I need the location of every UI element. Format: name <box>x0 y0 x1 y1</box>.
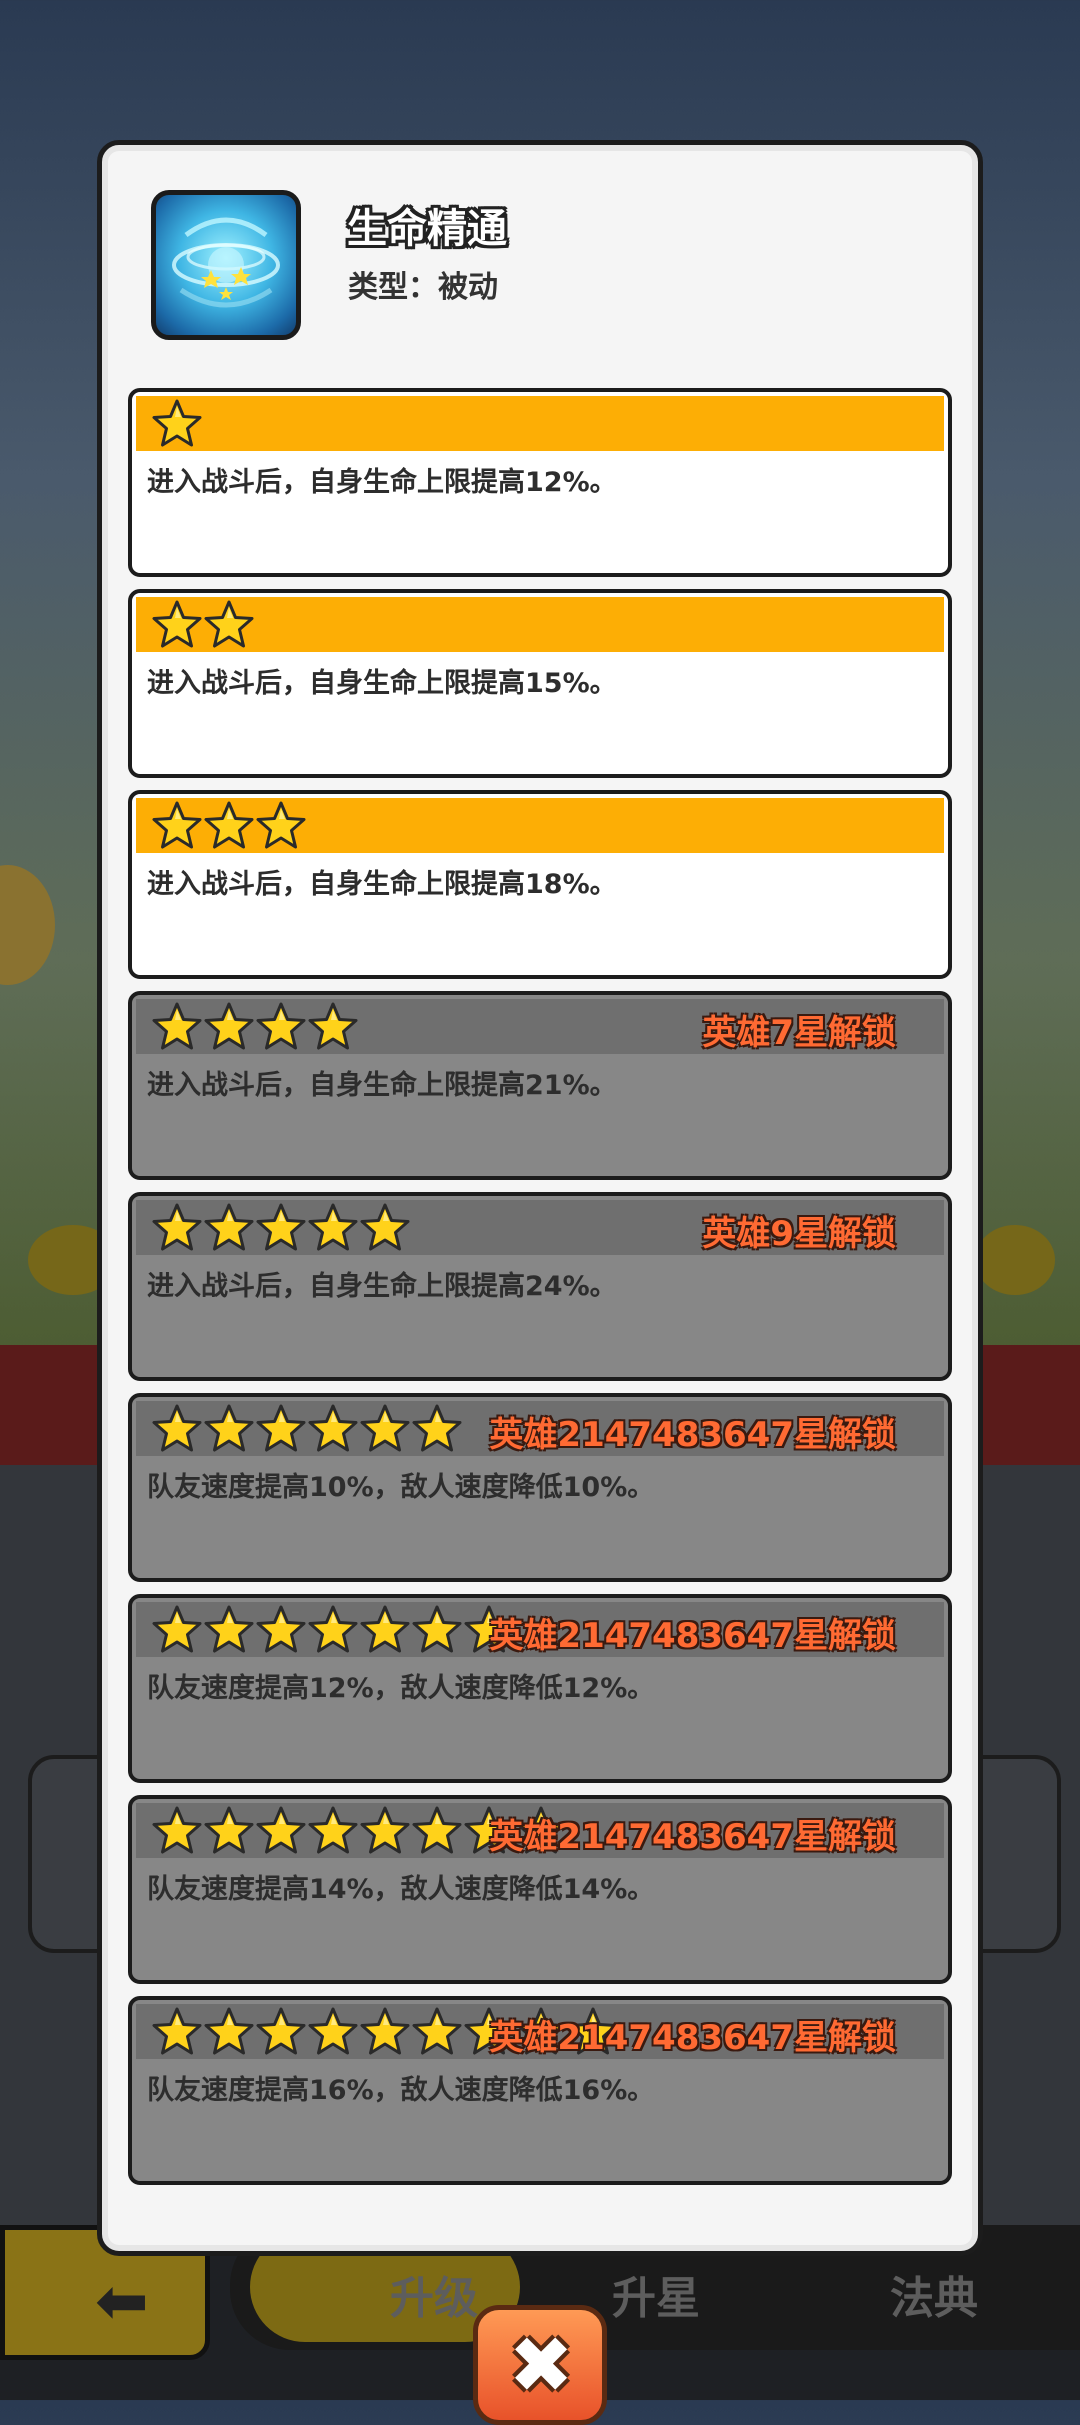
star-icon <box>411 1805 463 1857</box>
background-orb <box>0 865 55 985</box>
star-icon <box>203 1202 255 1254</box>
star-level-card: 英雄9星解锁进入战斗后，自身生命上限提高24%。 <box>128 1192 952 1381</box>
star-icon <box>255 1001 307 1053</box>
skill-name: 生命精通 <box>347 206 507 252</box>
star-icon <box>307 1403 359 1455</box>
star-icon <box>203 800 255 852</box>
star-icon <box>307 1001 359 1053</box>
star-level-header: 英雄2147483647星解锁 <box>136 1602 944 1657</box>
star-icon <box>307 1604 359 1656</box>
star-icon <box>151 2006 203 2058</box>
star-rating <box>151 1604 515 1654</box>
star-icon <box>307 2006 359 2058</box>
close-button[interactable]: ✖ <box>473 2305 607 2425</box>
background-oval-right <box>975 1225 1055 1295</box>
star-level-header: 英雄2147483647星解锁 <box>136 1803 944 1858</box>
star-icon <box>203 599 255 651</box>
star-icon <box>151 1202 203 1254</box>
star-icon <box>359 1604 411 1656</box>
tab-upgrade[interactable]: 升级 <box>390 2262 478 2326</box>
unlock-requirement: 英雄2147483647星解锁 <box>489 2018 896 2058</box>
star-level-description: 进入战斗后，自身生命上限提高21%。 <box>147 1070 617 1101</box>
star-rating <box>151 398 203 448</box>
star-level-header: 英雄2147483647星解锁 <box>136 1401 944 1456</box>
star-level-header: 英雄9星解锁 <box>136 1200 944 1255</box>
tab-codex[interactable]: 法典 <box>890 2262 978 2326</box>
unlock-requirement: 英雄7星解锁 <box>702 1013 896 1053</box>
star-icon <box>203 1805 255 1857</box>
star-level-card: 英雄7星解锁进入战斗后，自身生命上限提高21%。 <box>128 991 952 1180</box>
star-level-description: 队友速度提高14%，敌人速度降低14%。 <box>147 1874 655 1905</box>
star-level-card: 进入战斗后，自身生命上限提高12%。 <box>128 388 952 577</box>
star-level-description: 进入战斗后，自身生命上限提高18%。 <box>147 869 617 900</box>
star-level-description: 队友速度提高16%，敌人速度降低16%。 <box>147 2075 655 2106</box>
star-icon <box>411 1604 463 1656</box>
star-rating <box>151 1403 463 1453</box>
close-icon: ✖ <box>508 2321 574 2411</box>
star-level-header: 英雄2147483647星解锁 <box>136 2004 944 2059</box>
star-level-description: 队友速度提高10%，敌人速度降低10%。 <box>147 1472 655 1503</box>
star-rating <box>151 800 307 850</box>
star-icon <box>151 1604 203 1656</box>
star-level-card: 英雄2147483647星解锁队友速度提高14%，敌人速度降低14%。 <box>128 1795 952 1984</box>
star-icon <box>307 1202 359 1254</box>
star-icon <box>151 398 203 450</box>
star-level-description: 队友速度提高12%，敌人速度降低12%。 <box>147 1673 655 1704</box>
star-level-card: 英雄2147483647星解锁队友速度提高16%，敌人速度降低16%。 <box>128 1996 952 2185</box>
star-level-header <box>136 597 944 652</box>
skill-icon <box>151 190 301 340</box>
star-icon <box>255 2006 307 2058</box>
star-level-list: 进入战斗后，自身生命上限提高12%。 进入战斗后，自身生命上限提高15%。 进入战斗… <box>128 388 952 2197</box>
star-icon <box>307 1805 359 1857</box>
star-icon <box>151 1001 203 1053</box>
star-icon <box>359 2006 411 2058</box>
star-icon <box>255 1604 307 1656</box>
star-icon <box>255 800 307 852</box>
star-icon <box>255 1403 307 1455</box>
star-rating <box>151 1001 359 1051</box>
star-level-card: 英雄2147483647星解锁队友速度提高10%，敌人速度降低10%。 <box>128 1393 952 1582</box>
star-level-description: 进入战斗后，自身生命上限提高12%。 <box>147 467 617 498</box>
star-icon <box>151 1805 203 1857</box>
star-icon <box>151 1403 203 1455</box>
star-level-description: 进入战斗后，自身生命上限提高24%。 <box>147 1271 617 1302</box>
star-level-header: 英雄7星解锁 <box>136 999 944 1054</box>
back-arrow-icon: ⬅ <box>95 2265 149 2339</box>
star-level-description: 进入战斗后，自身生命上限提高15%。 <box>147 668 617 699</box>
star-level-card: 英雄2147483647星解锁队友速度提高12%，敌人速度降低12%。 <box>128 1594 952 1783</box>
star-icon <box>255 1805 307 1857</box>
star-icon <box>203 1604 255 1656</box>
star-level-header <box>136 396 944 451</box>
star-icon <box>203 1001 255 1053</box>
star-icon <box>203 2006 255 2058</box>
unlock-requirement: 英雄9星解锁 <box>702 1214 896 1254</box>
star-level-card: 进入战斗后，自身生命上限提高15%。 <box>128 589 952 778</box>
star-icon <box>359 1403 411 1455</box>
star-rating <box>151 1202 411 1252</box>
unlock-requirement: 英雄2147483647星解锁 <box>489 1817 896 1857</box>
star-icon <box>255 1202 307 1254</box>
unlock-requirement: 英雄2147483647星解锁 <box>489 1616 896 1656</box>
star-icon <box>411 1403 463 1455</box>
skill-type: 类型：被动 <box>348 270 498 305</box>
star-icon <box>359 1805 411 1857</box>
star-rating <box>151 599 255 649</box>
star-icon <box>151 800 203 852</box>
star-icon <box>359 1202 411 1254</box>
star-level-header <box>136 798 944 853</box>
tab-star-up[interactable]: 升星 <box>612 2262 700 2326</box>
star-icon <box>151 599 203 651</box>
unlock-requirement: 英雄2147483647星解锁 <box>489 1415 896 1455</box>
star-icon <box>411 2006 463 2058</box>
star-icon <box>203 1403 255 1455</box>
star-level-card: 进入战斗后，自身生命上限提高18%。 <box>128 790 952 979</box>
